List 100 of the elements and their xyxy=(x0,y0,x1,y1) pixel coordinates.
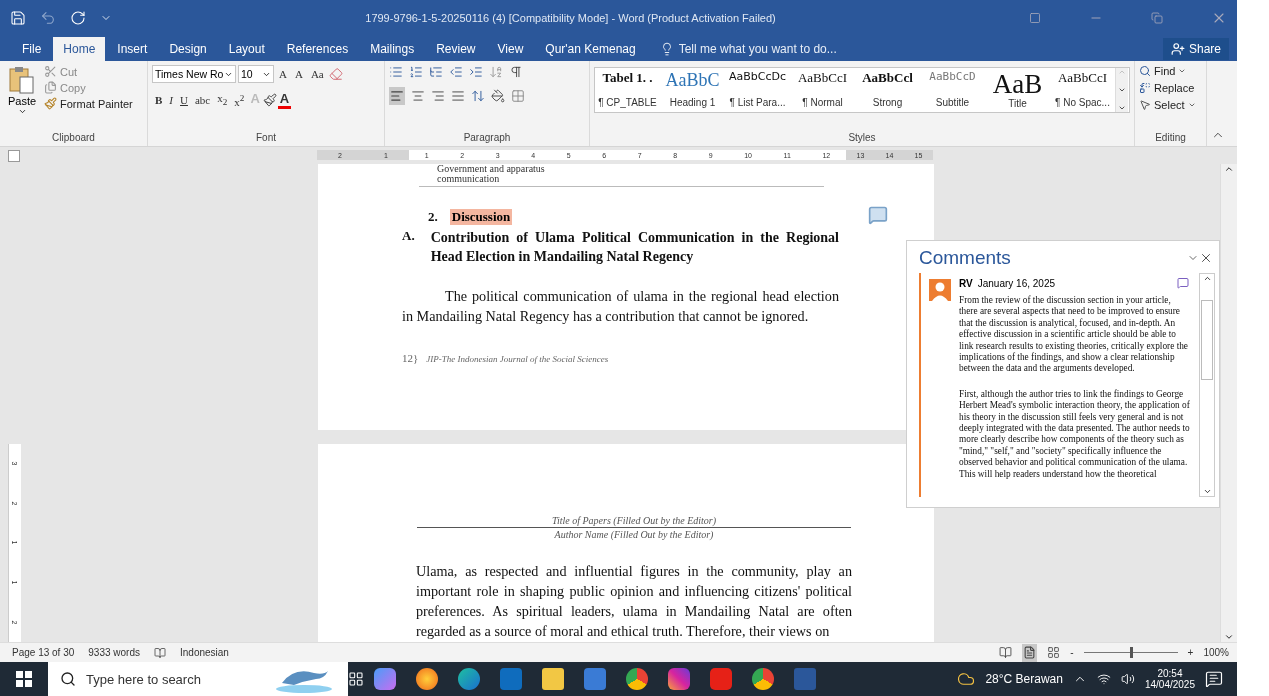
ribbon-display-icon[interactable] xyxy=(1029,12,1041,24)
body-paragraph: Ulama, as respected and influential figures in the community, play an important role in shaping public opinion and influencing citizens' political preferences. As spiritual leaders, ulama in Mandailing Natal are often regarded as a source of moral and ethical truth. Therefore, their views on xyxy=(416,562,852,641)
notifications-icon[interactable] xyxy=(1205,670,1223,688)
style-item[interactable]: AaBbCcl Strong xyxy=(855,68,920,112)
ribbon-tab[interactable]: View xyxy=(487,37,534,61)
zoom-out-button[interactable]: - xyxy=(1070,647,1074,658)
font-size-field[interactable]: 10 xyxy=(238,65,274,83)
volume-icon[interactable] xyxy=(1120,672,1135,686)
page-icon xyxy=(1023,646,1037,659)
comment-marker-icon[interactable] xyxy=(868,205,888,225)
task-view-icon[interactable] xyxy=(348,671,364,687)
group-label: Paragraph xyxy=(462,131,512,145)
ribbon-tab[interactable]: Layout xyxy=(218,37,275,61)
select-button[interactable]: Select xyxy=(1139,99,1202,111)
undo-icon[interactable] xyxy=(40,10,56,26)
tell-me-field[interactable]: Tell me what you want to do... xyxy=(659,37,837,61)
sort-icon[interactable] xyxy=(489,65,503,79)
page-number: 12} xyxy=(402,352,419,364)
vertical-scrollbar[interactable] xyxy=(1220,164,1237,642)
scroll-down-icon xyxy=(1118,86,1126,94)
gallery-scrollbar[interactable] xyxy=(1115,68,1128,112)
increase-indent-icon[interactable] xyxy=(469,65,483,79)
numbering-icon[interactable] xyxy=(409,65,423,79)
share-button[interactable]: Share xyxy=(1162,38,1229,60)
close-icon[interactable] xyxy=(1199,251,1213,265)
justify-icon[interactable] xyxy=(451,89,465,103)
group-label: Editing xyxy=(1154,131,1187,145)
comment-author: RV xyxy=(959,277,973,289)
style-item[interactable]: AaBbCcI ¶ Normal xyxy=(790,68,855,112)
ribbon-tab[interactable]: Home xyxy=(53,37,106,61)
font-name-field[interactable]: Times New Ro xyxy=(152,65,236,83)
highlight-icon[interactable] xyxy=(262,93,277,107)
ribbon-tab[interactable]: Qur'an Kemenag xyxy=(535,37,646,61)
format-button[interactable]: x$^{2}$ xyxy=(231,91,248,109)
zoom-thumb[interactable] xyxy=(1129,647,1133,658)
ribbon-tab[interactable]: File xyxy=(12,37,52,61)
ribbon-tab[interactable]: Design xyxy=(159,37,217,61)
align-right-icon[interactable] xyxy=(431,89,445,103)
language-label[interactable]: Indonesian xyxy=(180,647,229,658)
style-item[interactable]: AaBbCcDc ¶ List Para... xyxy=(725,68,790,112)
style-item[interactable]: AaB Title xyxy=(985,68,1050,112)
paste-button[interactable]: Paste xyxy=(4,65,40,131)
shrink-font-button[interactable]: A xyxy=(291,65,306,83)
print-layout-button[interactable] xyxy=(1022,643,1038,662)
style-item[interactable]: AaBbCcD Subtitle xyxy=(920,68,985,112)
save-icon[interactable] xyxy=(10,10,26,26)
clock[interactable]: 20:54 14/04/2025 xyxy=(1144,668,1195,690)
align-left-button[interactable] xyxy=(389,87,405,105)
bullets-icon[interactable] xyxy=(389,65,403,79)
weather-text[interactable]: 28°C Berawan xyxy=(985,672,1063,686)
scroll-down-icon[interactable] xyxy=(1224,632,1234,642)
ribbon-tab[interactable]: Mailings xyxy=(360,37,425,61)
replace-button[interactable]: Replace xyxy=(1139,82,1202,94)
format-button[interactable]: abc xyxy=(191,91,214,109)
font-color-button[interactable]: A xyxy=(277,91,292,109)
journal-name: JIP-The Indonesian Journal of the Social Sciences xyxy=(426,354,609,364)
decrease-indent-icon[interactable] xyxy=(449,65,463,79)
app-icon[interactable] xyxy=(374,668,396,690)
borders-icon[interactable] xyxy=(511,89,525,103)
clear-formatting-icon[interactable] xyxy=(328,67,343,81)
weather-icon[interactable] xyxy=(957,670,976,688)
search-icon xyxy=(60,671,76,687)
redo-icon[interactable] xyxy=(70,10,86,26)
restore-icon[interactable] xyxy=(1151,12,1163,24)
align-center-icon[interactable] xyxy=(411,89,425,103)
format-button[interactable]: U xyxy=(177,91,191,109)
ribbon-tab[interactable]: Review xyxy=(426,37,486,61)
scroll-up-icon[interactable] xyxy=(1202,274,1212,283)
change-case-button[interactable]: Aa xyxy=(307,65,327,83)
pilcrow-icon[interactable] xyxy=(509,65,523,79)
style-item[interactable]: AaBbC Heading 1 xyxy=(660,68,725,112)
line-spacing-icon[interactable] xyxy=(471,89,485,103)
scroll-up-icon xyxy=(1118,68,1126,76)
proofing-icon[interactable] xyxy=(154,646,166,659)
pane-scrollbar[interactable] xyxy=(1199,273,1215,497)
tab-selector[interactable] xyxy=(8,149,20,162)
search-icon xyxy=(1139,65,1151,77)
style-item[interactable]: AaBbCcI ¶ No Spac... xyxy=(1050,68,1115,112)
zoom-in-button[interactable]: + xyxy=(1187,647,1194,658)
read-mode-icon[interactable] xyxy=(999,646,1013,659)
ribbon-tab[interactable]: Insert xyxy=(107,37,158,61)
taskbar-search-field[interactable]: Type here to search xyxy=(48,662,348,696)
zoom-percent[interactable]: 100% xyxy=(1203,647,1229,658)
format-button[interactable]: B xyxy=(152,91,166,109)
clipboard-icon xyxy=(8,65,36,95)
shading-icon[interactable] xyxy=(491,89,505,103)
find-button[interactable]: Find xyxy=(1139,65,1202,77)
scroll-up-icon[interactable] xyxy=(1224,164,1234,174)
window-title: 1799-9796-1-5-20250116 (4) [Compatibility Mode] - Word (Product Activation Failed) xyxy=(364,12,777,24)
reply-icon[interactable] xyxy=(1177,277,1189,289)
web-layout-icon[interactable] xyxy=(1047,646,1061,659)
multilevel-list-icon[interactable] xyxy=(429,65,443,79)
style-item[interactable]: Tabel 1. . ¶ CP_TABLE xyxy=(595,68,660,112)
format-painter-button[interactable]: Format Painter xyxy=(44,97,133,110)
grow-font-button[interactable]: A xyxy=(276,65,290,83)
ribbon-tab[interactable]: References xyxy=(276,37,359,61)
format-button[interactable]: x$_{2}$ xyxy=(214,91,231,109)
scroll-down-icon[interactable] xyxy=(1202,487,1212,496)
format-button[interactable]: I xyxy=(166,91,176,109)
network-icon[interactable] xyxy=(1096,672,1111,686)
